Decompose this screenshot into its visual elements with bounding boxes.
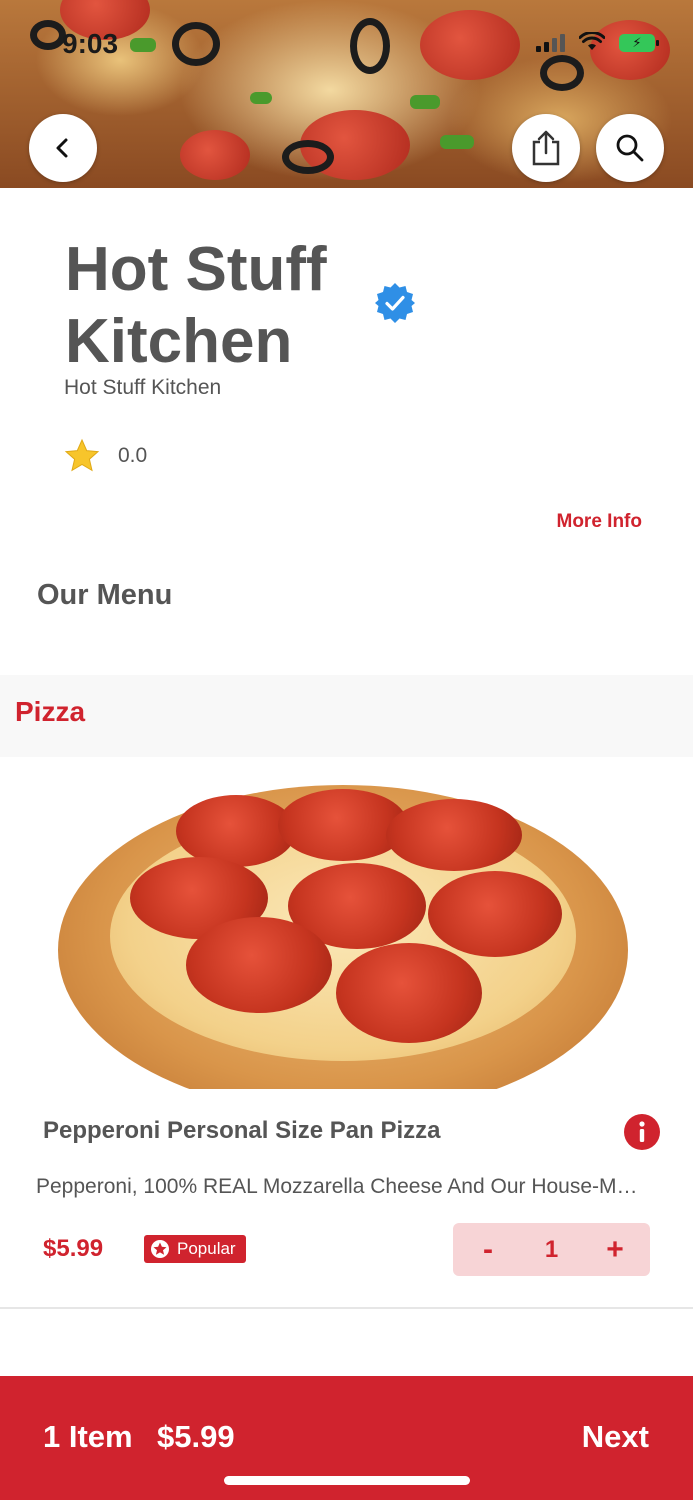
- search-icon: [616, 134, 644, 162]
- status-time: 9:03: [62, 28, 119, 59]
- verified-badge-icon: [375, 283, 415, 323]
- increment-button[interactable]: +: [602, 1233, 628, 1267]
- cart-item-count: 1 Item: [43, 1419, 133, 1454]
- cellular-signal-icon: [536, 32, 565, 52]
- rating-value: 0.0: [118, 444, 148, 467]
- next-button[interactable]: Next: [582, 1419, 649, 1455]
- badge-label: Popular: [177, 1239, 236, 1258]
- status-icons: ⚡: [536, 32, 659, 52]
- share-icon: [532, 130, 560, 166]
- item-price: $5.99: [43, 1235, 104, 1262]
- divider: [0, 1307, 693, 1309]
- restaurant-subtitle: Hot Stuff Kitchen: [64, 376, 222, 399]
- category-label: Pizza: [15, 696, 86, 727]
- battery-icon: ⚡: [619, 34, 659, 52]
- quantity-value: 1: [544, 1235, 559, 1263]
- item-image[interactable]: [58, 785, 628, 1089]
- item-name[interactable]: Pepperoni Personal Size Pan Pizza: [43, 1117, 440, 1145]
- popular-badge: Popular: [144, 1235, 246, 1263]
- info-icon[interactable]: [624, 1114, 660, 1150]
- wifi-icon: [579, 32, 605, 50]
- back-button[interactable]: [29, 114, 97, 182]
- decrement-button[interactable]: -: [475, 1233, 501, 1267]
- share-button[interactable]: [512, 114, 580, 182]
- cart-total: $5.99: [157, 1419, 235, 1454]
- item-description: Pepperoni, 100% REAL Mozzarella Cheese A…: [36, 1175, 648, 1198]
- home-indicator[interactable]: [224, 1476, 470, 1485]
- category-header: [0, 675, 693, 757]
- menu-heading: Our Menu: [37, 579, 173, 611]
- chevron-left-icon: [56, 138, 68, 158]
- quantity-stepper: - 1 +: [453, 1223, 650, 1276]
- search-button[interactable]: [596, 114, 664, 182]
- restaurant-name: Hot Stuff Kitchen: [65, 235, 327, 376]
- star-badge-icon: [151, 1240, 169, 1258]
- more-info-link[interactable]: More Info: [557, 511, 643, 533]
- star-icon: [64, 438, 100, 472]
